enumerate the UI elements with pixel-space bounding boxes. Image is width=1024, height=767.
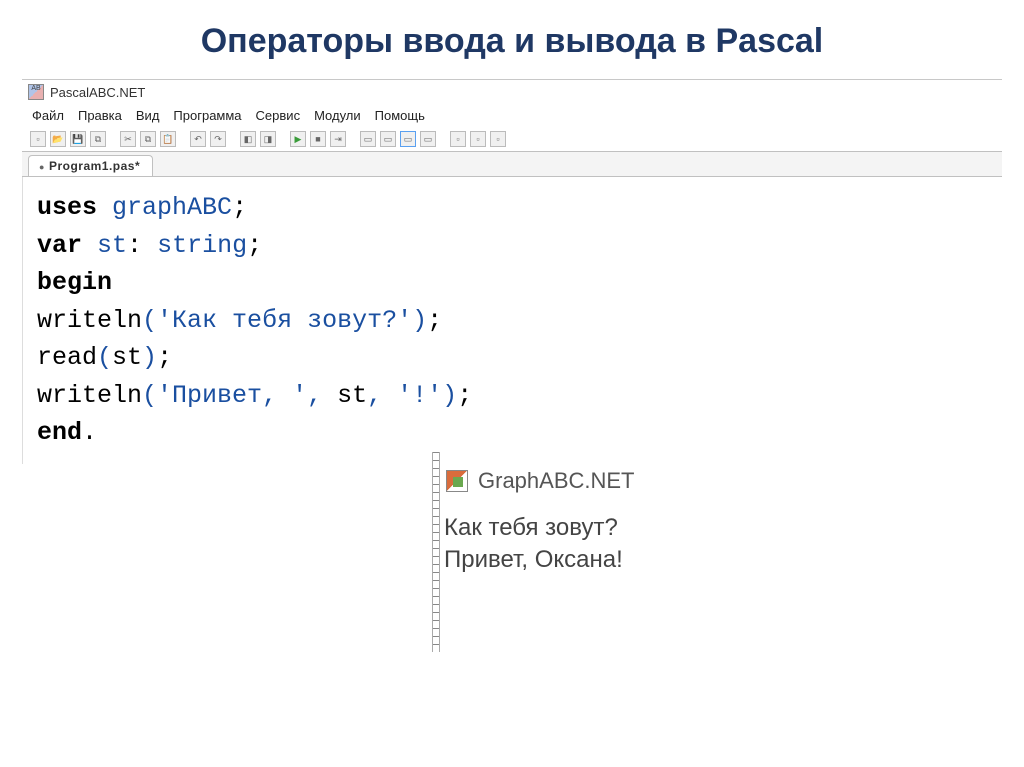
toolbar: ▫ 📂 💾 ⧉ ✂ ⧉ 📋 ↶ ↷ ◧ ◨ ▶ ■ ⇥ ▭ ▭ ▭ ▭ ▫ ▫ … (22, 127, 1002, 151)
graphabc-icon (446, 470, 468, 492)
panel3-icon[interactable]: ▭ (400, 131, 416, 147)
semi3: ; (427, 306, 442, 335)
paste-icon[interactable]: 📋 (160, 131, 176, 147)
arg-st: st (112, 343, 142, 372)
lparen1: ( (142, 306, 157, 335)
ide-window: AB PascalABC.NET Файл Правка Вид Програм… (22, 79, 1002, 464)
toggle2-icon[interactable]: ◨ (260, 131, 276, 147)
lparen3: ( (142, 381, 157, 410)
tab-program1[interactable]: Program1.pas* (28, 155, 153, 176)
fn-writeln2: writeln (37, 381, 142, 410)
run-icon[interactable]: ▶ (290, 131, 306, 147)
comma1: , (307, 381, 322, 410)
new-icon[interactable]: ▫ (30, 131, 46, 147)
menu-service[interactable]: Сервис (256, 108, 301, 123)
kw-var: var (37, 231, 82, 260)
kw-begin: begin (37, 268, 112, 297)
menu-program[interactable]: Программа (173, 108, 241, 123)
colon: : (127, 231, 142, 260)
semi5: ; (457, 381, 472, 410)
open-icon[interactable]: 📂 (50, 131, 66, 147)
str-excl: '!' (397, 381, 442, 410)
lparen2: ( (97, 343, 112, 372)
tab-bar: Program1.pas* (22, 151, 1002, 177)
title-bar: AB PascalABC.NET (22, 80, 1002, 104)
step-icon[interactable]: ⇥ (330, 131, 346, 147)
tool1-icon[interactable]: ▫ (450, 131, 466, 147)
fn-read: read (37, 343, 97, 372)
output-line2: Привет, Оксана! (444, 544, 872, 576)
copy-icon[interactable]: ⧉ (140, 131, 156, 147)
app-title: PascalABC.NET (50, 85, 145, 100)
menu-file[interactable]: Файл (32, 108, 64, 123)
stop-icon[interactable]: ■ (310, 131, 326, 147)
rparen1: ) (412, 306, 427, 335)
menu-view[interactable]: Вид (136, 108, 160, 123)
rparen3: ) (442, 381, 457, 410)
output-title: GraphABC.NET (478, 468, 635, 494)
semi2: ; (247, 231, 262, 260)
fn-writeln1: writeln (37, 306, 142, 335)
panel1-icon[interactable]: ▭ (360, 131, 376, 147)
output-title-bar: GraphABC.NET (442, 462, 872, 504)
menu-help[interactable]: Помощь (375, 108, 425, 123)
arg-st2: st (337, 381, 367, 410)
toggle-icon[interactable]: ◧ (240, 131, 256, 147)
id-st: st (97, 231, 127, 260)
kw-uses: uses (37, 193, 97, 222)
panel2-icon[interactable]: ▭ (380, 131, 396, 147)
menu-bar: Файл Правка Вид Программа Сервис Модули … (22, 104, 1002, 127)
rparen2: ) (142, 343, 157, 372)
cut-icon[interactable]: ✂ (120, 131, 136, 147)
tool3-icon[interactable]: ▫ (490, 131, 506, 147)
save-icon[interactable]: 💾 (70, 131, 86, 147)
comma2: , (367, 381, 382, 410)
output-text: Как тебя зовут? Привет, Оксана! (442, 512, 872, 577)
ruler-icon (432, 452, 440, 652)
str-hello: 'Привет, ' (157, 381, 307, 410)
output-line1: Как тебя зовут? (444, 512, 872, 544)
menu-modules[interactable]: Модули (314, 108, 361, 123)
code-editor[interactable]: uses graphABC; var st: string; begin wri… (22, 177, 1002, 464)
slide-title: Операторы ввода и вывода в Pascal (0, 0, 1024, 79)
str-question: 'Как тебя зовут?' (157, 306, 412, 335)
output-window: GraphABC.NET Как тебя зовут? Привет, Окс… (442, 462, 872, 577)
undo-icon[interactable]: ↶ (190, 131, 206, 147)
app-icon: AB (28, 84, 44, 100)
saveall-icon[interactable]: ⧉ (90, 131, 106, 147)
id-graphabc: graphABC (112, 193, 232, 222)
menu-edit[interactable]: Правка (78, 108, 122, 123)
kw-end: end (37, 418, 82, 447)
dot: . (82, 418, 97, 447)
tool2-icon[interactable]: ▫ (470, 131, 486, 147)
panel4-icon[interactable]: ▭ (420, 131, 436, 147)
type-string: string (157, 231, 247, 260)
semi4: ; (157, 343, 172, 372)
redo-icon[interactable]: ↷ (210, 131, 226, 147)
semi: ; (232, 193, 247, 222)
